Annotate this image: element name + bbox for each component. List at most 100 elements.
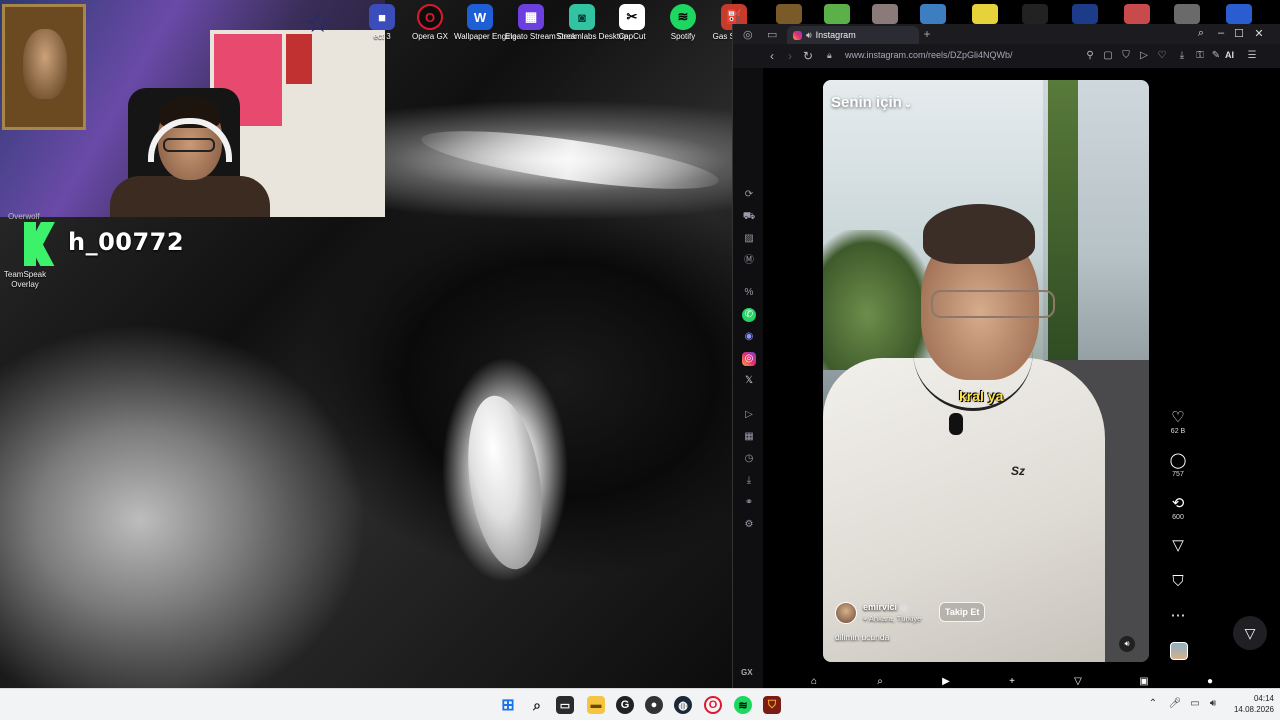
opera-gx-icon: O <box>417 4 443 30</box>
snapshot-icon[interactable]: ▢ <box>1101 50 1115 61</box>
gx-mods-icon[interactable]: Ⓜ <box>742 254 756 268</box>
desktop-icon-spotify[interactable]: ≋ Spotify <box>657 4 709 42</box>
back-button[interactable]: ‹ <box>765 49 779 63</box>
shield-icon[interactable]: ⛉ <box>1119 50 1133 61</box>
desktop-icon-capcut[interactable]: ✂ CapCut <box>606 4 658 42</box>
audio-thumbnail[interactable] <box>1170 642 1188 660</box>
url-field[interactable]: www.instagram.com/reels/DZpGli4NQWb/ <box>845 50 1013 60</box>
extensions-icon[interactable]: ⚭ <box>742 496 756 510</box>
home-icon[interactable]: ⌂ <box>807 676 821 687</box>
reload-button[interactable]: ↻ <box>801 49 815 63</box>
volume-icon[interactable]: 🔊︎ <box>1206 698 1220 709</box>
app-shield-icon[interactable]: ⛉ <box>763 696 781 714</box>
search-icon[interactable]: ⌕ <box>1193 27 1209 40</box>
gx-control-icon[interactable]: ⟳ <box>742 188 756 202</box>
percent-icon[interactable]: % <box>742 286 756 300</box>
microphone-icon[interactable]: 🎤︎ <box>1168 698 1182 709</box>
reel-caption[interactable]: dilimin ucunda <box>835 632 889 642</box>
steam-icon[interactable]: ◍ <box>674 696 692 714</box>
search-icon[interactable]: ⌕ <box>528 696 546 714</box>
close-button[interactable]: ✕ <box>1251 27 1267 40</box>
gx-corner-icon[interactable]: ⛟ <box>742 210 756 224</box>
download-icon[interactable]: ⤓ <box>1175 50 1189 61</box>
desktop-app-icon[interactable] <box>1174 4 1200 24</box>
wallpaper-highlight <box>418 119 722 201</box>
desktop-app-icon[interactable] <box>776 4 802 24</box>
desktop-icon-app[interactable]: ■ ect 3 <box>356 4 408 42</box>
avatar[interactable] <box>835 602 857 624</box>
desktop-app-icon[interactable] <box>1124 4 1150 24</box>
opera-gx-icon[interactable]: O <box>704 696 722 714</box>
explore-icon[interactable]: ▣ <box>1137 676 1151 687</box>
maximize-button[interactable]: ☐ <box>1231 27 1247 40</box>
settings-icon[interactable]: ⚙ <box>742 518 756 532</box>
send-icon[interactable]: ▽ <box>1071 676 1085 687</box>
search-icon[interactable]: ⌕ <box>873 676 887 687</box>
mute-button[interactable]: 🔊︎ <box>1119 636 1135 652</box>
x-twitter-icon[interactable]: 𝕏 <box>742 374 756 388</box>
save-button[interactable]: ⛉ <box>1163 574 1193 590</box>
ai-button[interactable]: AI <box>1225 50 1234 60</box>
reel-video[interactable]: Sz Senin için ⌄ kral ya emirvici ⌖ Ankara… <box>823 80 1149 662</box>
minimize-button[interactable]: – <box>1213 27 1229 39</box>
history-icon[interactable]: ◷ <box>742 452 756 466</box>
spotify-icon[interactable]: ≋ <box>734 696 752 714</box>
webcam-person-torso <box>110 176 270 217</box>
app-g-icon[interactable]: G <box>616 696 634 714</box>
windows-start-icon[interactable]: ⊞ <box>499 696 517 714</box>
tab-instagram[interactable]: 🔊︎ Instagram <box>787 26 919 44</box>
whatsapp-icon[interactable]: ✆ <box>742 308 756 322</box>
file-explorer-icon[interactable]: ▬ <box>587 696 605 714</box>
follow-button[interactable]: Takip Et <box>939 602 986 622</box>
downloads-icon[interactable]: ⤓ <box>742 474 756 488</box>
gx-cleaner-icon[interactable]: ▨ <box>742 232 756 246</box>
like-button[interactable]: ♡ 62 B <box>1163 410 1193 436</box>
desktop-app-icon[interactable] <box>824 4 850 24</box>
tab-islands-icon[interactable]: ▭ <box>767 28 777 41</box>
desktop-app-icon[interactable] <box>1226 4 1252 24</box>
desktop-app-icon[interactable] <box>872 4 898 24</box>
feed-selector[interactable]: Senin için ⌄ <box>831 94 912 111</box>
pin-icon[interactable]: ⚲ <box>1083 50 1097 61</box>
easy-setup-icon[interactable]: ☰ <box>1245 50 1259 61</box>
desktop-icon-stream-deck[interactable]: ▦ Elgato Stream Deck <box>505 4 576 42</box>
desktop-icon-wallpaper-engine[interactable]: W Wallpaper Engine <box>454 4 517 42</box>
app-record-icon[interactable]: ● <box>645 696 663 714</box>
lock-icon[interactable]: 🔒︎ <box>827 50 832 61</box>
wallet-icon[interactable]: ⚿ <box>1193 50 1207 61</box>
desktop-icon-streamlabs[interactable]: ◙ Streamlabs Desktop <box>556 4 628 42</box>
network-icon[interactable]: ▭ <box>1188 698 1202 709</box>
workspaces-icon[interactable]: ▦ <box>742 430 756 444</box>
clock-time: 04:14 <box>1253 694 1274 703</box>
system-clock[interactable]: 04:14 14.08.2026 <box>1226 693 1274 715</box>
ai-icon[interactable]: ✎ <box>1209 50 1223 61</box>
speaker-icon[interactable]: 🔊︎ <box>806 30 812 41</box>
location[interactable]: ⌖ Ankara, Türkiye <box>863 614 921 624</box>
author-name[interactable]: emirvici <box>863 602 909 612</box>
more-options-button[interactable]: ⋯ <box>1163 608 1193 624</box>
play-icon[interactable]: ▷ <box>1137 50 1151 61</box>
instagram-icon[interactable]: ◎ <box>742 352 756 366</box>
video-person-hair <box>923 204 1035 264</box>
messages-button[interactable]: ▽ <box>1233 616 1267 650</box>
profile-avatar[interactable]: ● <box>1203 676 1217 687</box>
desktop-app-icon[interactable] <box>1072 4 1098 24</box>
player-icon[interactable]: ▷ <box>742 408 756 422</box>
task-view-icon[interactable]: ▭ <box>556 696 574 714</box>
desktop-app-icon[interactable] <box>972 4 998 24</box>
chevron-up-icon[interactable]: ⌃ <box>1146 698 1160 709</box>
desktop-icon-opera-gx[interactable]: O Opera GX <box>404 4 456 42</box>
desktop-app-icon[interactable] <box>920 4 946 24</box>
desktop-app-icon[interactable] <box>1022 4 1048 24</box>
heart-icon[interactable]: ♡ <box>1155 50 1169 61</box>
forward-button[interactable]: › <box>783 49 797 63</box>
repost-button[interactable]: ⟲ 600 <box>1163 496 1193 522</box>
discord-icon[interactable]: ◉ <box>742 330 756 344</box>
reels-icon[interactable]: ▶ <box>939 676 953 687</box>
teamspeak-overlay-label[interactable]: TeamSpeak Overlay <box>2 270 48 290</box>
create-icon[interactable]: + <box>1005 676 1019 687</box>
new-tab-button[interactable]: + <box>919 26 935 42</box>
opera-gx-menu-icon[interactable]: ◎ <box>743 28 753 41</box>
comment-button[interactable]: ◯ 757 <box>1163 453 1193 479</box>
share-button[interactable]: ▽ <box>1163 538 1193 554</box>
